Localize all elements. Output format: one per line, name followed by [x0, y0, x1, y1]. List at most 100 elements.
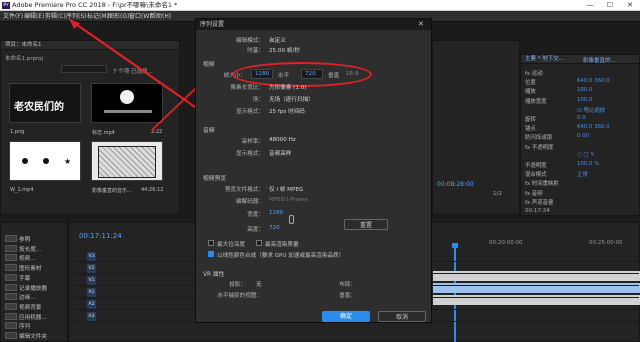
project-list-item[interactable]: 序列 — [19, 322, 30, 330]
bin-icon — [5, 254, 17, 262]
thumb-name: 标志.mp4 — [92, 130, 115, 136]
effect-property-value[interactable]: ☑ 等比缩放 — [577, 106, 605, 114]
logo-caption-line — [104, 110, 152, 113]
effect-controls-tab[interactable]: 主要 * 地下交... — [521, 55, 639, 64]
max-quality-checkbox[interactable] — [256, 240, 262, 246]
ruler-label: 00:25:00:00 — [589, 240, 623, 246]
preview-section-title: 视频预览 — [203, 176, 227, 182]
project-list-item[interactable]: 编辑文件夹 — [19, 332, 47, 340]
minimize-button[interactable]: — — [580, 0, 600, 11]
ok-button[interactable]: 确定 — [322, 311, 370, 322]
track-target-button[interactable]: A3 — [87, 312, 96, 321]
project-list-item[interactable]: 参照 — [19, 235, 30, 243]
effect-property-label: 缩放宽度 — [525, 98, 547, 105]
preview-format-select[interactable]: 仅 I 帧 MPEG — [269, 185, 303, 193]
edit-mode-value[interactable]: 自定义 — [269, 36, 286, 44]
effect-controls-panel: 主要 * 地下交... 影像垂直的... fx 运动 位置 640.0 360.0 缩… — [520, 54, 640, 216]
project-list-item[interactable]: 字幕 — [19, 274, 30, 282]
bin-icon — [5, 283, 17, 291]
h-fov-label: 水平捕捉的视图： — [217, 293, 262, 299]
track-target-button[interactable]: A1 — [87, 288, 96, 297]
effect-property-value[interactable]: 100.0 % — [577, 161, 599, 167]
thumb-name: W_1.mp4 — [10, 187, 34, 193]
project-list-item[interactable]: 按长度... — [19, 245, 41, 253]
thumb-name: 1.png — [10, 129, 25, 135]
dialog-title: 序列设置 — [196, 19, 431, 30]
thumb-video-music[interactable] — [91, 141, 163, 181]
ruler-label: 00:20:00:00 — [489, 240, 523, 246]
height-label: 高度： — [247, 227, 264, 233]
effect-property-value[interactable]: 100.0 — [577, 87, 592, 93]
max-depth-checkbox[interactable] — [208, 240, 214, 246]
dot-icon — [22, 158, 28, 164]
effect-property-value[interactable]: 0.00 — [577, 133, 589, 139]
bin-icon — [5, 273, 17, 281]
project-list-item[interactable]: 图形素材 — [19, 264, 41, 272]
effect-property-value[interactable]: 640.0 360.0 — [577, 124, 610, 130]
width-value[interactable]: 1280 — [269, 210, 283, 216]
program-timecode: 00:08:28:00 — [437, 181, 474, 188]
display-format-select[interactable]: 25 fps 时间码 — [269, 107, 305, 115]
pixel-aspect-label: 像素长宽比： — [230, 85, 264, 91]
track-target-button[interactable]: A2 — [87, 300, 96, 309]
height-value[interactable]: 720 — [269, 225, 280, 231]
sample-rate-label: 采样率： — [241, 139, 264, 145]
preview-format-label: 预览文件格式： — [224, 187, 264, 193]
thumb-caption: 老农民们的 — [14, 102, 64, 113]
track-target-button[interactable]: V2 — [87, 264, 96, 273]
audio-display-label: 显示格式： — [236, 151, 264, 157]
effect-timecode: 00:17:24 — [525, 208, 550, 214]
program-monitor: 00:08:28:00 1/2 — [432, 40, 520, 215]
audio-section-title: 音频 — [203, 128, 215, 134]
codec-select[interactable]: MPEG I-Frame — [269, 197, 308, 203]
field-select[interactable]: 无场（逐行扫描） — [269, 95, 314, 103]
cancel-button[interactable]: 取消 — [378, 311, 426, 322]
pixel-aspect-select[interactable]: 方形像素 (1.0) — [269, 83, 306, 91]
bottom-project-panel: 参照按长度... 视频... 图形素材字幕记录播放器 边缘... 视频背景应用机器...… — [0, 222, 68, 342]
effect-property-label: fx 不透明度 — [525, 144, 554, 151]
annotation-arrow-2 — [151, 87, 197, 131]
thumb-name: 影像垂直的音乐... — [92, 188, 132, 194]
max-depth-label: 最大位深度 — [217, 242, 245, 248]
vr-section-title: VR 属性 — [203, 272, 225, 278]
menu-file[interactable]: 文件(F) — [3, 13, 23, 21]
bin-icon — [5, 235, 17, 242]
max-quality-label: 最高渲染质量 — [265, 242, 299, 248]
effect-property-label: 防闪烁滤镜 — [525, 135, 552, 142]
project-list-item[interactable]: 边缘... — [19, 293, 36, 301]
maximize-button[interactable]: ☐ — [600, 0, 620, 11]
project-list-item[interactable]: 视频... — [19, 254, 36, 262]
project-list-item[interactable]: 视频背景 — [19, 303, 41, 311]
reset-button[interactable]: 重置 — [344, 219, 388, 230]
effect-property-value[interactable]: ○ □ ✎ — [577, 152, 595, 158]
effect-property-value[interactable]: 正常 — [577, 170, 588, 178]
effect-controls-tab2[interactable]: 影像垂直的... — [583, 56, 616, 64]
project-breadcrumb: 未命名1.prproj — [5, 56, 44, 62]
field-label: 场： — [252, 97, 264, 103]
playhead-handle[interactable] — [452, 243, 458, 248]
track-target-button[interactable]: V1 — [87, 276, 96, 285]
sample-rate-select[interactable]: 48000 Hz — [269, 137, 296, 143]
title-bar: Pr Adobe Premiere Pro CC 2018 - F:\pr不哪嘛… — [0, 0, 640, 11]
effect-property-label: 缩放 — [525, 89, 536, 96]
dialog-close-icon[interactable]: ✕ — [418, 20, 424, 28]
sequence-settings-dialog: 序列设置 ✕ 编辑模式： 自定义 时基： 25.00 帧/秒 视频 帧大小： 1… — [195, 18, 432, 323]
projection-select[interactable]: 无 — [256, 280, 262, 288]
close-button[interactable]: ✕ — [620, 0, 640, 11]
effect-property-value[interactable]: 640.0 360.0 — [577, 78, 610, 84]
bin-icon — [5, 312, 17, 320]
program-zoom[interactable]: 1/2 — [493, 191, 502, 197]
audio-display-select[interactable]: 音频采样 — [269, 149, 291, 157]
track-target-button[interactable]: V3 — [87, 252, 96, 261]
project-list-item[interactable]: 记录播放器 — [19, 284, 47, 292]
timebase-value[interactable]: 25.00 帧/秒 — [269, 46, 300, 54]
effect-property-value[interactable]: 100.0 — [577, 97, 592, 103]
linear-color-checkbox[interactable] — [208, 251, 214, 257]
project-list-item[interactable]: 应用机器... — [19, 313, 47, 321]
link-icon[interactable] — [289, 215, 294, 224]
effect-property-value[interactable]: 0.0 — [577, 115, 586, 121]
projection-label: 投影： — [229, 282, 246, 288]
video-section-title: 视频 — [203, 62, 215, 68]
menu-edit[interactable]: 编辑(E) — [24, 13, 44, 21]
thumb-w1-mp4[interactable]: ★ — [9, 141, 81, 181]
